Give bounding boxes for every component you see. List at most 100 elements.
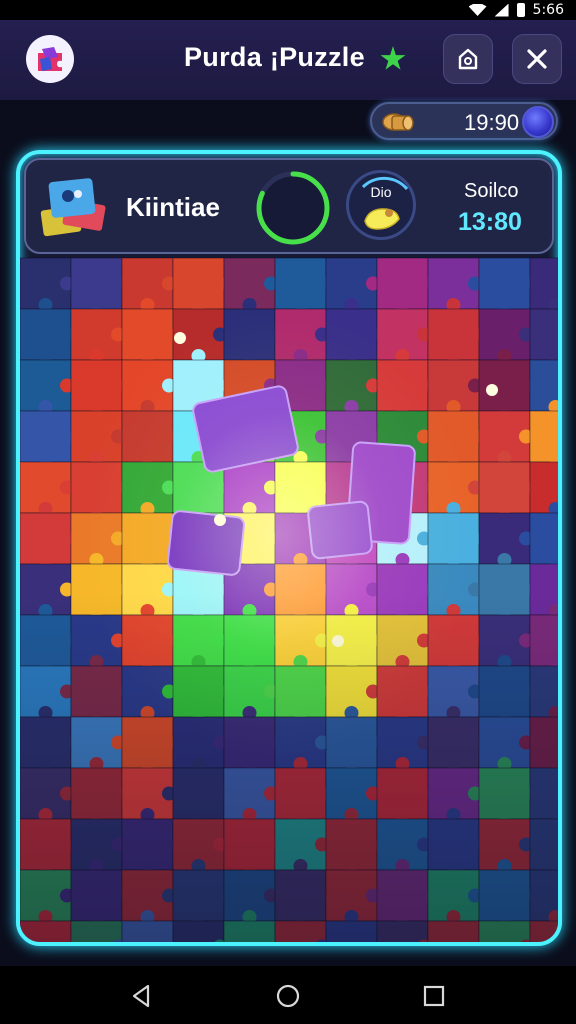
puzzle-tile[interactable] (274, 920, 327, 942)
nav-back-button[interactable] (128, 982, 156, 1010)
puzzle-tile[interactable] (478, 359, 531, 412)
puzzle-tile[interactable] (427, 920, 480, 942)
puzzle-tile[interactable] (274, 665, 327, 718)
puzzle-tile[interactable] (376, 869, 429, 922)
puzzle-tile[interactable] (427, 818, 480, 871)
loose-puzzle-piece[interactable] (307, 500, 373, 560)
sparkle (214, 514, 226, 526)
puzzle-tile[interactable] (325, 716, 378, 769)
puzzle-tile[interactable] (478, 665, 531, 718)
puzzle-tile[interactable] (121, 920, 174, 942)
puzzle-tile[interactable] (274, 563, 327, 616)
puzzle-tile[interactable] (478, 869, 531, 922)
hint-button[interactable]: Dio (346, 170, 416, 240)
nav-home-button[interactable] (274, 982, 302, 1010)
puzzle-tile[interactable] (529, 614, 558, 667)
puzzle-tile[interactable] (223, 614, 276, 667)
puzzle-tile[interactable] (529, 512, 558, 565)
hint-label: Dio (370, 184, 392, 200)
puzzle-tile[interactable] (478, 461, 531, 514)
puzzle-tile[interactable] (70, 257, 123, 310)
puzzle-tile[interactable] (20, 716, 72, 769)
puzzle-tile[interactable] (427, 512, 480, 565)
game-screen: 5:66 Purda ¡Puzzle 19:90 Kiintiae Dio So… (0, 0, 576, 1024)
puzzle-tile[interactable] (529, 308, 558, 361)
puzzle-tile[interactable] (427, 410, 480, 463)
coin-counter[interactable]: 19:90 (370, 102, 558, 140)
puzzle-tile[interactable] (121, 308, 174, 361)
puzzle-tile[interactable] (223, 716, 276, 769)
puzzle-tile[interactable] (223, 308, 276, 361)
puzzle-tile[interactable] (325, 818, 378, 871)
status-bar: 5:66 (0, 0, 576, 20)
puzzle-tile[interactable] (529, 818, 558, 871)
puzzle-board: Kiintiae Dio Soilco 13:80 (16, 150, 562, 946)
system-nav-bar (0, 966, 576, 1024)
puzzle-tile[interactable] (70, 869, 123, 922)
puzzle-tile[interactable] (427, 716, 480, 769)
puzzle-tile[interactable] (20, 614, 72, 667)
puzzle-tile[interactable] (376, 257, 429, 310)
puzzle-tile[interactable] (121, 614, 174, 667)
puzzle-tile[interactable] (70, 461, 123, 514)
puzzle-grid[interactable] (20, 154, 558, 942)
puzzle-tile[interactable] (376, 920, 429, 942)
puzzle-tile[interactable] (121, 512, 174, 565)
puzzle-tile[interactable] (70, 359, 123, 412)
puzzle-tile[interactable] (376, 563, 429, 616)
puzzle-tile[interactable] (20, 920, 72, 942)
puzzle-tile[interactable] (478, 563, 531, 616)
score-value: 13:80 (458, 208, 522, 236)
puzzle-tile[interactable] (478, 257, 531, 310)
coin-value: 19:90 (464, 110, 520, 135)
status-time: 5:66 (532, 2, 564, 18)
puzzle-tile[interactable] (325, 308, 378, 361)
home-icon (458, 48, 478, 70)
nav-recent-button[interactable] (420, 982, 448, 1010)
puzzle-tile[interactable] (376, 665, 429, 718)
puzzle-tile[interactable] (325, 920, 378, 942)
app-logo-icon (26, 35, 74, 83)
puzzle-tile[interactable] (20, 410, 72, 463)
puzzle-stack-icon (40, 178, 106, 237)
puzzle-tile[interactable] (70, 665, 123, 718)
coin-stack-icon (382, 113, 414, 131)
loose-puzzle-piece[interactable] (166, 510, 246, 576)
puzzle-tile[interactable] (20, 308, 72, 361)
puzzle-tile[interactable] (529, 410, 558, 463)
puzzle-tile[interactable] (70, 767, 123, 820)
puzzle-tile[interactable] (172, 257, 225, 310)
puzzle-tile[interactable] (223, 920, 276, 942)
puzzle-tile[interactable] (172, 869, 225, 922)
puzzle-tile[interactable] (427, 614, 480, 667)
info-panel: Kiintiae Dio Soilco 13:80 (24, 158, 554, 254)
puzzle-tile[interactable] (70, 920, 123, 942)
puzzle-tile[interactable] (172, 665, 225, 718)
puzzle-tile[interactable] (223, 818, 276, 871)
home-button[interactable] (443, 34, 493, 84)
puzzle-tile[interactable] (427, 308, 480, 361)
puzzle-tile[interactable] (121, 716, 174, 769)
level-label: Kiintiae (126, 192, 220, 222)
puzzle-tile[interactable] (121, 410, 174, 463)
puzzle-tile[interactable] (478, 920, 531, 942)
puzzle-tile[interactable] (121, 818, 174, 871)
sparkle (486, 384, 498, 396)
close-button[interactable] (512, 34, 562, 84)
puzzle-tile[interactable] (478, 767, 531, 820)
puzzle-tile[interactable] (20, 512, 72, 565)
puzzle-tile[interactable] (376, 767, 429, 820)
puzzle-tile[interactable] (172, 767, 225, 820)
puzzle-tile[interactable] (172, 920, 225, 942)
puzzle-tile[interactable] (274, 767, 327, 820)
puzzle-tile[interactable] (376, 359, 429, 412)
gem-icon[interactable] (522, 106, 554, 138)
puzzle-tile[interactable] (274, 257, 327, 310)
puzzle-tile[interactable] (529, 920, 558, 942)
puzzle-tile[interactable] (70, 563, 123, 616)
puzzle-tile[interactable] (20, 818, 72, 871)
puzzle-tile[interactable] (529, 716, 558, 769)
app-header: Purda ¡Puzzle (0, 20, 576, 100)
puzzle-tile[interactable] (274, 869, 327, 922)
battery-icon (516, 3, 525, 17)
